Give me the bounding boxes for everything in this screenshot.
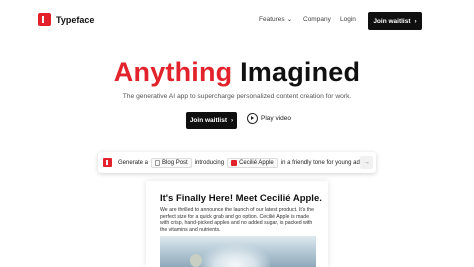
product-chip[interactable]: Cecilié Apple — [227, 157, 278, 168]
play-video-button[interactable]: Play video — [247, 113, 291, 124]
blog-post-chip-label: Blog Post — [162, 159, 188, 166]
hero-join-waitlist-button[interactable]: Join waitlist › — [186, 112, 237, 129]
chevron-right-icon: › — [231, 117, 234, 124]
nav-company[interactable]: Company — [303, 16, 331, 23]
article-body: We are thrilled to announce the launch o… — [160, 207, 315, 233]
arrow-right-icon: → — [363, 159, 370, 166]
product-icon — [231, 159, 238, 166]
send-button[interactable]: → — [360, 156, 373, 169]
blog-post-chip[interactable]: Blog Post — [151, 157, 192, 168]
hero-cta-label: Join waitlist — [189, 117, 228, 124]
nav-company-label: Company — [303, 16, 331, 23]
article-title: It's Finally Here! Meet Cecilié Apple. — [160, 193, 322, 204]
header-cta-label: Join waitlist — [373, 17, 411, 25]
article-image — [160, 236, 316, 267]
nav-features-label: Features — [259, 16, 285, 23]
chevron-down-icon: ⌄ — [286, 17, 293, 23]
typeface-logo-icon — [38, 13, 51, 26]
nav-features[interactable]: Features ⌄ — [259, 16, 292, 23]
play-video-label: Play video — [261, 115, 291, 122]
hero-subtitle: The generative AI app to supercharge per… — [122, 93, 352, 100]
prompt-word-introducing: introducing — [194, 159, 225, 166]
play-icon — [247, 113, 258, 124]
document-icon — [155, 159, 161, 166]
headline-rest: Imagined — [240, 57, 361, 87]
prompt-word-tone: in a friendly tone for young adults — [280, 159, 370, 166]
water-splash-graphic — [200, 244, 270, 267]
prompt-word-generate: Generate a — [118, 159, 149, 166]
apple-graphic — [190, 254, 202, 267]
prompt-bar[interactable]: Generate a Blog Post introducing Cecilié… — [98, 152, 376, 173]
hero-headline: Anything Imagined — [0, 57, 474, 88]
typeface-logo-icon — [103, 158, 112, 167]
nav-login[interactable]: Login — [340, 16, 356, 23]
article-preview: It's Finally Here! Meet Cecilié Apple. W… — [146, 181, 328, 267]
chevron-right-icon: › — [414, 17, 417, 25]
logo-text: Typeface — [56, 14, 95, 25]
header-join-waitlist-button[interactable]: Join waitlist › — [368, 12, 422, 30]
logo[interactable]: Typeface — [38, 13, 94, 26]
product-chip-label: Cecilié Apple — [239, 159, 274, 166]
nav-login-label: Login — [340, 16, 356, 23]
headline-accent: Anything — [113, 57, 233, 87]
